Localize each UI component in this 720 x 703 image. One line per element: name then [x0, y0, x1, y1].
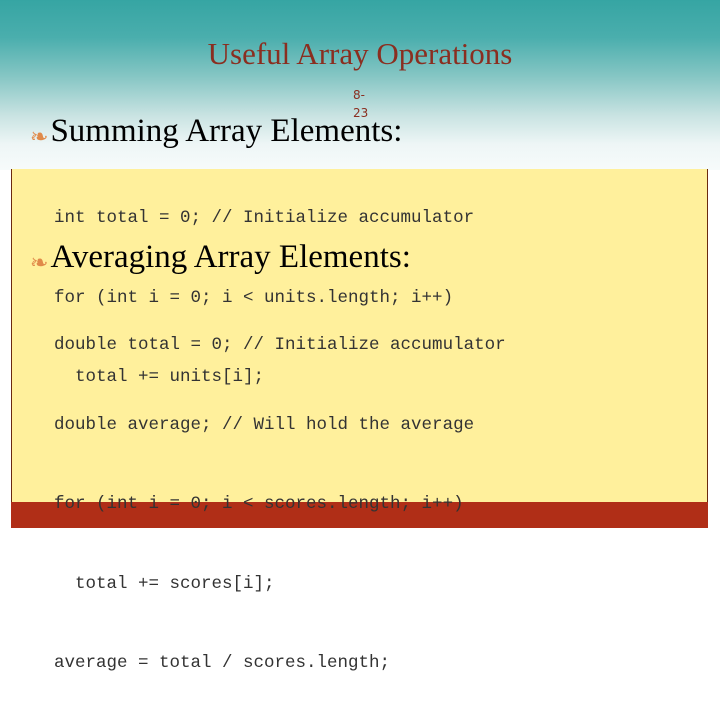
code-line: for (int i = 0; i < scores.length; i++) [54, 494, 464, 514]
code-line: int total = 0; // Initialize accumulator [54, 208, 475, 228]
heading-text: Summing Array Elements: [50, 113, 403, 149]
section-heading-summing: ❧Summing Array Elements: [30, 112, 402, 156]
ornament-bullet-icon: ❧ [30, 250, 49, 275]
section-heading-averaging: ❧Averaging Array Elements: [30, 238, 411, 282]
code-line: double average; // Will hold the average [54, 414, 475, 435]
code-line: average = total / scores.length; [54, 653, 391, 673]
page-number-chapter: 8- [353, 88, 365, 102]
ornament-bullet-icon: ❧ [30, 124, 49, 149]
heading-text: Averaging Array Elements: [50, 239, 411, 275]
slide-title: Useful Array Operations [207, 36, 513, 71]
code-block-averaging: double total = 0; // Initialize accumula… [54, 279, 506, 703]
code-line: total += scores[i]; [54, 573, 275, 594]
code-line: double total = 0; // Initialize accumula… [54, 335, 506, 355]
